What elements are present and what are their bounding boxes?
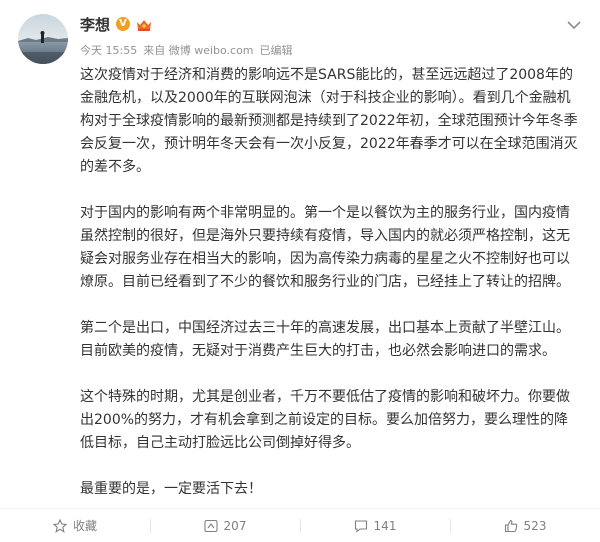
comment-count: 141 <box>373 518 397 533</box>
paragraph-4: 这个特殊的时期，尤其是创业者，千万不要低估了疫情的影响和破坏力。你要做出200%… <box>80 389 570 451</box>
like-count: 523 <box>523 518 547 533</box>
comment-icon <box>354 519 368 533</box>
post-content: 这次疫情对于经济和消费的影响远不是SARS能比的，甚至远远超过了2008年的金融… <box>80 64 580 524</box>
paragraph-5: 最重要的是，一定要活下去！ <box>80 481 262 497</box>
avatar-image <box>18 14 68 64</box>
author-row: 李想 V <box>80 14 152 34</box>
paragraph-1: 这次疫情对于经济和消费的影响远不是SARS能比的，甚至远远超过了2008年的金融… <box>80 67 578 175</box>
post-time[interactable]: 今天 15:55 <box>80 42 137 58</box>
repost-count: 207 <box>223 518 247 533</box>
weibo-post: 李想 V 今天 15:55 来自 微博 weibo.com 已编辑 这次疫情对于… <box>0 0 600 541</box>
repost-button[interactable]: 207 <box>150 509 300 542</box>
verified-badge-icon[interactable]: V <box>116 17 131 31</box>
repost-icon <box>203 519 218 533</box>
like-button[interactable]: 523 <box>450 509 600 542</box>
favorite-button[interactable]: 收藏 <box>0 509 150 542</box>
author-name[interactable]: 李想 <box>80 14 110 35</box>
post-source[interactable]: 来自 微博 weibo.com <box>143 42 253 58</box>
star-icon <box>52 518 67 533</box>
crown-icon[interactable] <box>136 17 152 31</box>
edited-label: 已编辑 <box>259 44 293 57</box>
chevron-down-icon[interactable] <box>566 16 582 30</box>
action-bar: 收藏 207 141 523 <box>0 508 600 542</box>
favorite-label: 收藏 <box>72 519 97 533</box>
avatar[interactable] <box>18 14 68 64</box>
comment-button[interactable]: 141 <box>300 509 450 542</box>
paragraph-2: 对于国内的影响有两个非常明显的。第一个是以餐饮为主的服务行业，国内疫情虽然控制的… <box>80 205 570 290</box>
paragraph-3: 第二个是出口，中国经济过去三十年的高速发展，出口基本上贡献了半壁江山。目前欧美的… <box>80 320 570 359</box>
post-meta: 今天 15:55 来自 微博 weibo.com 已编辑 <box>80 42 293 58</box>
thumbs-up-icon <box>504 519 518 533</box>
